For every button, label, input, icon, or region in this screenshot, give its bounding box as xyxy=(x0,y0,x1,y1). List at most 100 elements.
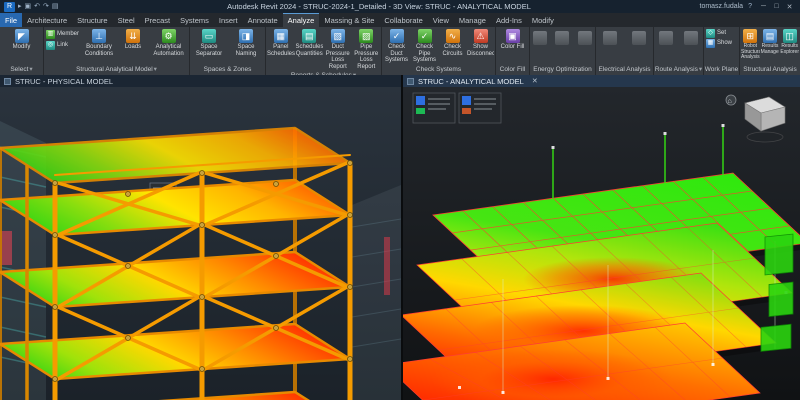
viewport-title-analytical[interactable]: STRUC - ANALYTICAL MODEL ✕ xyxy=(403,75,800,87)
title-bar: R ▸ ▣ ↶ ↷ ▤ Autodesk Revit 2024 - STRUC-… xyxy=(0,0,800,13)
tab-steel[interactable]: Steel xyxy=(113,13,140,27)
panel-schedules-button[interactable]: ▦ Panel Schedules xyxy=(267,28,295,70)
panel-color-fill: ▣ Color Fill Color Fill xyxy=(496,27,530,75)
check-circuits-icon: ∿ xyxy=(446,29,460,43)
set-work-plane-icon: ◇ xyxy=(706,29,715,38)
results-explorer-button[interactable]: ◫ Results Explorer xyxy=(780,28,799,64)
dropdown-icon[interactable]: ▾ xyxy=(154,66,157,73)
dropdown-icon[interactable]: ▾ xyxy=(29,66,32,73)
analytical-automation-button[interactable]: ⚙ Analytical Automation xyxy=(149,28,188,64)
menu-icon[interactable]: ▤ xyxy=(52,0,59,13)
ribbon: ◤ Modify Select▾ ▥ Member ◎ Link ⊥ Boun xyxy=(0,27,800,75)
boundary-conditions-icon: ⊥ xyxy=(92,29,106,43)
space-naming-button[interactable]: ◨ Space Naming xyxy=(228,28,264,64)
tab-massing-site[interactable]: Massing & Site xyxy=(319,13,379,27)
quick-access-toolbar: R ▸ ▣ ↶ ↷ ▤ xyxy=(4,0,59,13)
check-circuits-button[interactable]: ∿ Check Circuits xyxy=(439,28,466,64)
panel-label-route-analysis: Route Analysis▾ xyxy=(654,64,703,75)
check-pipe-systems-button[interactable]: ✓ Check Pipe Systems xyxy=(411,28,438,64)
revit-logo-icon[interactable]: R xyxy=(4,2,15,12)
tab-manage[interactable]: Manage xyxy=(454,13,491,27)
tab-view[interactable]: View xyxy=(428,13,454,27)
results-manager-button[interactable]: ▤ Results Manager xyxy=(761,28,780,64)
restore-button[interactable]: □ xyxy=(770,3,783,11)
tab-systems[interactable]: Systems xyxy=(175,13,214,27)
close-button[interactable]: ✕ xyxy=(783,3,796,11)
tab-modify[interactable]: Modify xyxy=(527,13,559,27)
viewport-analytical-model: STRUC - ANALYTICAL MODEL ✕ xyxy=(403,75,800,400)
undo-icon[interactable]: ↶ xyxy=(34,0,40,13)
panel-route-analysis: Route Analysis▾ xyxy=(654,27,704,75)
analytical-model-canvas[interactable]: ⌂ xyxy=(403,87,800,400)
view-icon xyxy=(4,78,11,85)
panel-label-structural-analytical-model: Structural Analytical Model▾ xyxy=(44,64,189,75)
link-icon: ◎ xyxy=(46,41,55,50)
pipe-pressure-loss-report-icon: ▨ xyxy=(359,29,373,43)
panel-schedules-icon: ▦ xyxy=(274,29,288,43)
member-icon: ▥ xyxy=(46,30,55,39)
tab-insert[interactable]: Insert xyxy=(214,13,243,27)
open-icon[interactable]: ▸ xyxy=(18,0,22,13)
power-analytics-icon[interactable] xyxy=(632,31,646,45)
link-button[interactable]: ◎ Link xyxy=(45,41,80,50)
view-icon xyxy=(407,78,414,85)
modify-button[interactable]: ◤ Modify xyxy=(1,28,42,64)
panel-reports-schedules: ▦ Panel Schedules ▤ Schedules/ Quantitie… xyxy=(266,27,382,75)
panel-structural-analytical-model: ▥ Member ◎ Link ⊥ Boundary Conditions ⇊ … xyxy=(44,27,190,75)
view-area: STRUC - PHYSICAL MODEL xyxy=(0,75,800,400)
loads-button[interactable]: ⇊ Loads xyxy=(118,28,148,64)
color-fill-icon: ▣ xyxy=(506,29,520,43)
panel-energy-optimization: Energy Optimization xyxy=(530,27,596,75)
optimize-icon[interactable] xyxy=(578,31,592,45)
panel-spaces-zones: ▭ Space Separator ◨ Space Naming Spaces … xyxy=(190,27,266,75)
electrical-settings-icon[interactable] xyxy=(603,31,617,45)
space-separator-icon: ▭ xyxy=(202,29,216,43)
boundary-conditions-button[interactable]: ⊥ Boundary Conditions xyxy=(81,28,117,64)
tab-collaborate[interactable]: Collaborate xyxy=(379,13,427,27)
tab-file[interactable]: File xyxy=(0,13,22,27)
member-button[interactable]: ▥ Member xyxy=(45,30,80,39)
signed-in-user[interactable]: tomasz.fudala xyxy=(700,3,744,10)
create-energy-model-icon[interactable] xyxy=(555,31,569,45)
set-work-plane-button[interactable]: ◇ Set xyxy=(705,29,738,38)
space-separator-button[interactable]: ▭ Space Separator xyxy=(191,28,227,64)
window-controls: ─ □ ✕ xyxy=(757,3,796,11)
panel-work-plane: ◇ Set ▦ Show Work Plane xyxy=(704,27,740,75)
window-title: Autodesk Revit 2024 - STRUC-2024-1_Detai… xyxy=(59,2,700,11)
viewport-title-physical[interactable]: STRUC - PHYSICAL MODEL xyxy=(0,75,401,87)
show-disconnects-icon: ⚠ xyxy=(474,29,488,43)
loads-icon: ⇊ xyxy=(126,29,140,43)
show-disconnects-button[interactable]: ⚠ Show Disconnects xyxy=(467,28,494,64)
tab-architecture[interactable]: Architecture xyxy=(22,13,72,27)
physical-model-canvas[interactable] xyxy=(0,87,401,400)
help-icon[interactable]: ? xyxy=(748,3,752,10)
panel-label-spaces-zones: Spaces & Zones xyxy=(190,64,265,75)
tab-precast[interactable]: Precast xyxy=(140,13,175,27)
route-settings-icon[interactable] xyxy=(684,31,698,45)
show-work-plane-icon: ▦ xyxy=(706,39,715,48)
tab-annotate[interactable]: Annotate xyxy=(243,13,283,27)
show-work-plane-button[interactable]: ▦ Show xyxy=(705,39,738,48)
dropdown-icon[interactable]: ▾ xyxy=(699,66,702,73)
tab-addins[interactable]: Add-Ins xyxy=(491,13,527,27)
redo-icon[interactable]: ↷ xyxy=(43,0,49,13)
check-duct-systems-button[interactable]: ✓ Check Duct Systems xyxy=(383,28,410,64)
robot-structural-analysis-button[interactable]: ⊞ Robot Structural Analysis xyxy=(741,28,760,64)
panel-label-check-systems: Check Systems xyxy=(382,64,495,75)
robot-structural-analysis-icon: ⊞ xyxy=(743,29,757,43)
schedules-quantities-button[interactable]: ▤ Schedules/ Quantities xyxy=(296,28,324,70)
panel-label-work-plane: Work Plane xyxy=(704,64,739,75)
minimize-button[interactable]: ─ xyxy=(757,3,770,11)
tab-structure[interactable]: Structure xyxy=(72,13,112,27)
pipe-pressure-loss-report-button[interactable]: ▨ Pipe Pressure Loss Report xyxy=(353,28,381,70)
save-icon[interactable]: ▣ xyxy=(25,0,32,13)
panel-label-color-fill: Color Fill xyxy=(496,64,529,75)
check-pipe-systems-icon: ✓ xyxy=(418,29,432,43)
energy-settings-icon[interactable] xyxy=(533,31,547,45)
duct-pressure-loss-report-button[interactable]: ▧ Duct Pressure Loss Report xyxy=(324,28,352,70)
space-naming-icon: ◨ xyxy=(239,29,253,43)
color-fill-button[interactable]: ▣ Color Fill xyxy=(497,28,528,64)
path-of-travel-icon[interactable] xyxy=(659,31,673,45)
close-view-icon[interactable]: ✕ xyxy=(532,77,538,85)
tab-analyze[interactable]: Analyze xyxy=(283,13,320,27)
